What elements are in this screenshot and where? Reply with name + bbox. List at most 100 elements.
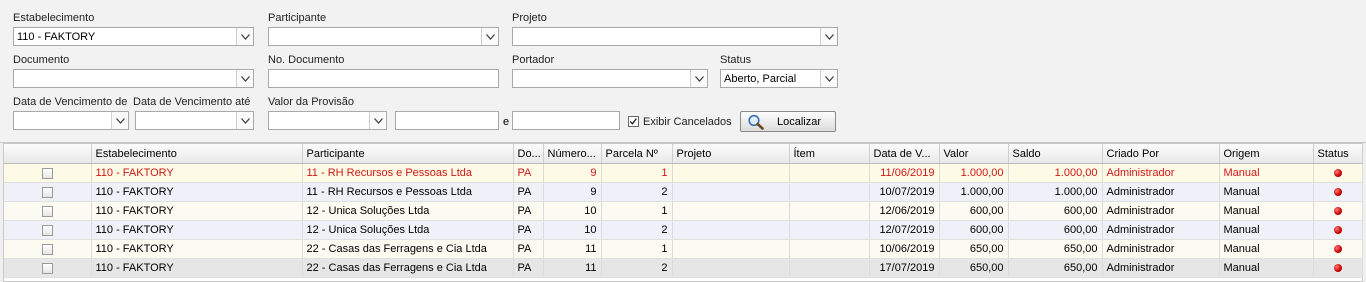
portador-label: Portador (512, 54, 555, 66)
table-row[interactable]: 110 - FAKTORY 11 - RH Recursos e Pessoas… (4, 182, 1363, 202)
cell-numero: 10 (543, 201, 602, 221)
status-combo[interactable]: Aberto, Parcial (720, 69, 838, 88)
checkbox-icon[interactable] (41, 186, 53, 198)
chevron-down-icon[interactable] (820, 70, 837, 87)
cell-origem: Manual (1219, 220, 1314, 240)
col-header-saldo[interactable]: Saldo (1008, 144, 1103, 164)
cell-estabelecimento: 110 - FAKTORY (91, 258, 303, 278)
col-header-documento[interactable]: Do... (513, 144, 544, 164)
table-row[interactable]: 110 - FAKTORY 12 - Unica Soluções Ltda P… (4, 220, 1363, 240)
chevron-down-icon[interactable] (690, 70, 707, 87)
cell-numero: 11 (543, 239, 602, 259)
valor-to-input[interactable] (512, 111, 620, 130)
venc-ate-combo[interactable] (135, 111, 254, 130)
projeto-label: Projeto (512, 12, 547, 24)
estabelecimento-combo[interactable]: 110 - FAKTORY (13, 27, 254, 46)
cell-saldo: 650,00 (1008, 239, 1103, 259)
col-header-criado-por[interactable]: Criado Por (1102, 144, 1220, 164)
checkbox-icon[interactable] (41, 262, 53, 274)
col-header-projeto[interactable]: Projeto (672, 144, 790, 164)
cell-data-vencimento: 10/07/2019 (869, 182, 940, 202)
cell-documento: PA (513, 239, 544, 259)
row-select-checkbox[interactable] (4, 182, 92, 202)
cell-data-vencimento: 11/06/2019 (869, 163, 940, 183)
localizar-button[interactable]: Localizar (740, 111, 836, 132)
cell-participante: 12 - Unica Soluções Ltda (302, 201, 514, 221)
cell-estabelecimento: 110 - FAKTORY (91, 182, 303, 202)
col-header-estabelecimento[interactable]: Estabelecimento (91, 144, 303, 164)
table-row[interactable]: 110 - FAKTORY 12 - Unica Soluções Ltda P… (4, 201, 1363, 221)
valor-provisao-combo[interactable] (268, 111, 387, 130)
no-documento-label: No. Documento (268, 54, 345, 66)
col-header-numero[interactable]: Número... (543, 144, 602, 164)
status-dot-icon (1333, 188, 1342, 197)
col-header-origem[interactable]: Origem (1219, 144, 1314, 164)
cell-saldo: 1.000,00 (1008, 163, 1103, 183)
cell-item (789, 201, 870, 221)
cell-estabelecimento: 110 - FAKTORY (91, 163, 303, 183)
cell-participante: 12 - Unica Soluções Ltda (302, 220, 514, 240)
cell-valor: 600,00 (939, 201, 1009, 221)
venc-de-combo[interactable] (13, 111, 129, 130)
magnifier-icon (748, 114, 764, 130)
row-select-checkbox[interactable] (4, 163, 92, 183)
table-row[interactable]: 110 - FAKTORY 22 - Casas das Ferragens e… (4, 258, 1363, 278)
col-header-participante[interactable]: Participante (302, 144, 514, 164)
chevron-down-icon[interactable] (481, 28, 498, 45)
cell-parcela: 1 (601, 163, 673, 183)
cell-projeto (672, 220, 790, 240)
table-row[interactable]: 110 - FAKTORY 22 - Casas das Ferragens e… (4, 239, 1363, 259)
cell-item (789, 220, 870, 240)
row-select-checkbox[interactable] (4, 239, 92, 259)
col-header-data-vencimento[interactable]: Data de V... (869, 144, 940, 164)
no-documento-input[interactable] (268, 69, 499, 88)
cell-valor: 1.000,00 (939, 182, 1009, 202)
chevron-down-icon[interactable] (236, 112, 253, 129)
cell-parcela: 1 (601, 201, 673, 221)
row-select-checkbox[interactable] (4, 201, 92, 221)
projeto-combo[interactable] (512, 27, 838, 46)
row-select-checkbox[interactable] (4, 258, 92, 278)
chevron-down-icon[interactable] (236, 70, 253, 87)
checkbox-icon[interactable] (41, 243, 53, 255)
chevron-down-icon[interactable] (236, 28, 253, 45)
status-dot-icon (1333, 207, 1342, 216)
col-header-select[interactable] (4, 144, 92, 164)
portador-combo[interactable] (512, 69, 708, 88)
cell-saldo: 650,00 (1008, 258, 1103, 278)
cell-parcela: 1 (601, 239, 673, 259)
col-header-valor[interactable]: Valor (939, 144, 1009, 164)
checkbox-icon[interactable] (41, 167, 53, 179)
participante-combo[interactable] (268, 27, 499, 46)
cell-documento: PA (513, 182, 544, 202)
valor-provisao-label: Valor da Provisão (268, 96, 355, 108)
col-header-parcela[interactable]: Parcela Nº (601, 144, 673, 164)
cell-parcela: 2 (601, 182, 673, 202)
checkbox-icon[interactable] (41, 205, 53, 217)
valor-from-input[interactable] (395, 111, 499, 130)
chevron-down-icon[interactable] (111, 112, 128, 129)
exibir-cancelados-checkbox[interactable] (628, 116, 639, 127)
row-select-checkbox[interactable] (4, 220, 92, 240)
col-header-status[interactable]: Status (1313, 144, 1363, 164)
cell-projeto (672, 258, 790, 278)
cell-item (789, 163, 870, 183)
cell-documento: PA (513, 201, 544, 221)
documento-combo[interactable] (13, 69, 254, 88)
cell-status (1313, 239, 1363, 259)
cell-valor: 1.000,00 (939, 163, 1009, 183)
table-row[interactable]: 110 - FAKTORY 11 - RH Recursos e Pessoas… (4, 163, 1363, 183)
chevron-down-icon[interactable] (820, 28, 837, 45)
status-label: Status (720, 54, 752, 66)
cell-criado-por: Administrador (1102, 163, 1220, 183)
cell-status (1313, 163, 1363, 183)
cell-participante: 11 - RH Recursos e Pessoas Ltda (302, 182, 514, 202)
status-dot-icon (1333, 226, 1342, 235)
cell-data-vencimento: 12/06/2019 (869, 201, 940, 221)
cell-documento: PA (513, 220, 544, 240)
cell-criado-por: Administrador (1102, 201, 1220, 221)
cell-item (789, 258, 870, 278)
checkbox-icon[interactable] (41, 224, 53, 236)
chevron-down-icon[interactable] (369, 112, 386, 129)
col-header-item[interactable]: Ítem (789, 144, 870, 164)
